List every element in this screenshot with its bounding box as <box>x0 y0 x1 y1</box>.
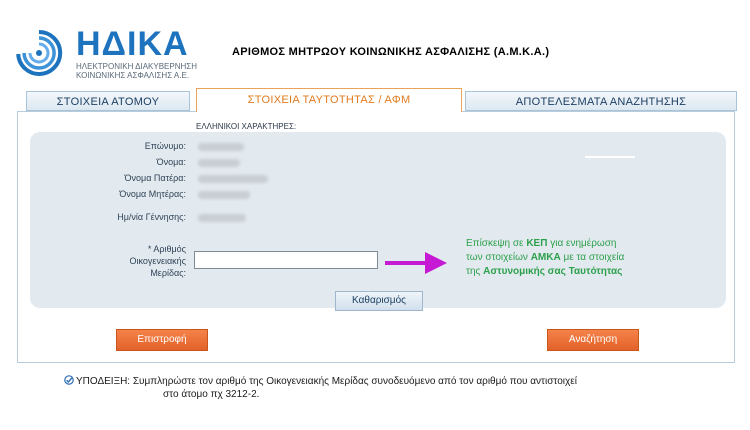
father-name-value-redacted <box>198 175 268 183</box>
family-share-input[interactable] <box>194 251 378 269</box>
note-text-1: Επίσκεψη σε <box>466 238 527 249</box>
hint-line2: στο άτομο πχ 3212-2. <box>163 389 260 400</box>
search-button[interactable]: Αναζήτηση <box>547 329 639 351</box>
arrow-right-icon <box>385 252 447 274</box>
back-button[interactable]: Επιστροφή <box>116 329 208 351</box>
brand-subtitle-line2: ΚΟΙΝΩΝΙΚΗΣ ΑΣΦΑΛΙΣΗΣ Α.Ε. <box>76 71 190 80</box>
divider <box>585 156 635 158</box>
tab-id-afm-details[interactable]: ΣΤΟΙΧΕΙΑ ΤΑΥΤΟΤΗΤΑΣ / ΑΦΜ <box>196 88 462 112</box>
surname-value-redacted <box>198 143 244 151</box>
note-police-id: Αστυνομικής σας Ταυτότητας <box>483 266 623 277</box>
note-kep: ΚΕΠ <box>526 238 548 249</box>
family-share-label: * Αριθμός Οικογενειακής Μερίδας: <box>46 243 186 279</box>
father-name-label: Όνομα Πατέρα: <box>124 173 186 183</box>
brand-subtitle-line1: ΗΛΕΚΤΡΟΝΙΚΗ ΔΙΑΚΥΒΕΡΝΗΣΗ <box>76 62 197 71</box>
hint-line1: ΥΠΟΔΕΙΞΗ: Συμπληρώστε τον αριθμό της Οικ… <box>76 376 577 387</box>
birth-date-value-redacted <box>198 214 246 222</box>
page-title: ΑΡΙΘΜΟΣ ΜΗΤΡΩΟΥ ΚΟΙΝΩΝΙΚΗΣ ΑΣΦΑΛΙΣΗΣ (Α.… <box>232 46 550 58</box>
surname-label: Επώνυμο: <box>144 141 186 151</box>
clear-button[interactable]: Καθαρισμός <box>335 291 423 311</box>
hint-text: ΥΠΟΔΕΙΞΗ: Συμπληρώστε τον αριθμό της Οικ… <box>76 375 736 401</box>
family-share-label-line2: Οικογενειακής <box>129 256 186 266</box>
mother-name-label: Όνομα Μητέρας: <box>119 189 186 199</box>
note-text-2: για ενημέρωση <box>547 238 617 249</box>
brand-name: ΗΔΙΚΑ <box>76 25 189 63</box>
section-label: ΕΛΛΗΝΙΚΟΙ ΧΑΡΑΚΤΗΡΕΣ: <box>196 122 297 131</box>
birth-date-label: Ημ/νία Γέννησης: <box>117 212 186 222</box>
tab-person-details[interactable]: ΣΤΟΙΧΕΙΑ ΑΤΟΜΟΥ <box>26 91 190 111</box>
brand-subtitle: ΗΛΕΚΤΡΟΝΙΚΗ ΔΙΑΚΥΒΕΡΝΗΣΗ ΚΟΙΝΩΝΙΚΗΣ ΑΣΦΑ… <box>76 62 197 80</box>
note-text-4: με τα στοιχεία <box>560 252 625 263</box>
name-label: Όνομα: <box>156 157 186 167</box>
family-share-label-line3: Μερίδας: <box>150 268 186 278</box>
family-share-label-line1: * Αριθμός <box>147 244 186 254</box>
mother-name-value-redacted <box>198 191 250 199</box>
logo: ΗΔΙΚΑ ΗΛΕΚΤΡΟΝΙΚΗ ΔΙΑΚΥΒΕΡΝΗΣΗ ΚΟΙΝΩΝΙΚΗ… <box>14 26 224 80</box>
idika-logo-icon <box>16 29 63 76</box>
note-text-5: της <box>466 266 484 277</box>
note-amka: ΑΜΚΑ <box>530 252 561 263</box>
tab-search-results[interactable]: ΑΠΟΤΕΛΕΣΜΑΤΑ ΑΝΑΖΗΤΗΣΗΣ <box>465 91 737 111</box>
checkmark-icon <box>64 375 74 385</box>
info-note: Επίσκεψη σε ΚΕΠ για ενημέρωση των στοιχε… <box>466 237 706 279</box>
note-text-3: των στοιχείων <box>466 252 531 263</box>
name-value-redacted <box>198 159 240 167</box>
